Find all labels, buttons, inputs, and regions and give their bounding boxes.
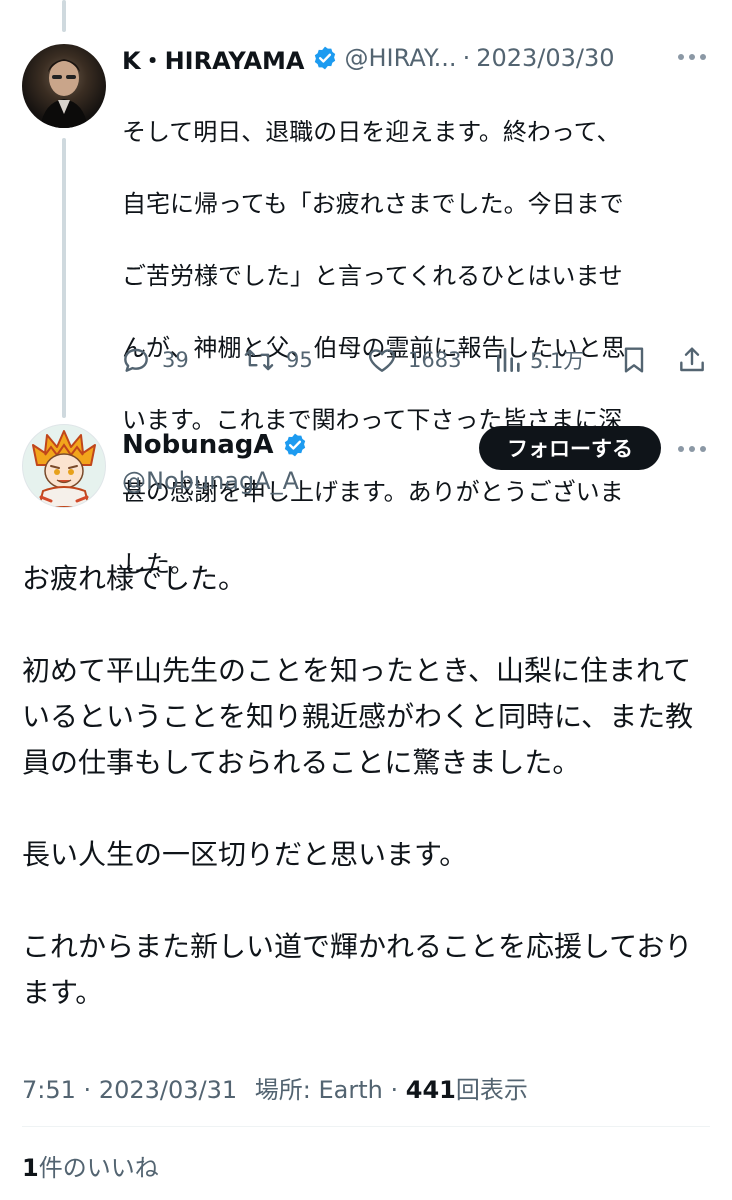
tweet-text: お疲れ様でした。 初めて平山先生のことを知ったとき、山梨に住まれているということ…	[22, 556, 712, 1016]
tweet-text-line: 自宅に帰っても「お疲れさまでした。今日まで	[122, 190, 624, 218]
avatar-photo	[40, 59, 88, 128]
author-handle[interactable]: @NobunagA_A	[122, 467, 299, 495]
views-icon	[497, 348, 520, 372]
tweet-text-line: そして明日、退職の日を迎えます。終わって、	[122, 118, 621, 146]
tweet-paragraph: 長い人生の一区切りだと思います。	[22, 838, 468, 871]
like-count: 1	[22, 1154, 39, 1182]
tweet-date[interactable]: 2023/03/30	[476, 44, 614, 72]
header-separator: ·	[462, 44, 471, 72]
retweet-icon	[244, 349, 274, 371]
retweet-button[interactable]: 95	[242, 340, 313, 380]
bookmark-button[interactable]	[618, 340, 650, 380]
likes-link[interactable]: 1件のいいね	[22, 1148, 159, 1183]
avatar[interactable]	[22, 44, 106, 128]
tweet-time[interactable]: 7:51	[22, 1076, 76, 1104]
tweet-meta: 7:51 · 2023/03/31 場所: Earth · 441回表示	[22, 1070, 528, 1105]
reply-icon	[124, 348, 148, 372]
like-count: 1683	[408, 348, 462, 372]
verified-badge-icon	[284, 433, 305, 457]
share-icon	[680, 347, 704, 372]
views-button[interactable]: 5.1万	[494, 340, 584, 380]
reply-count: 39	[162, 348, 189, 372]
divider	[22, 1126, 710, 1127]
tweet-paragraph: これからまた新しい道で輝かれることを応援しております。	[22, 930, 693, 1009]
heart-icon	[368, 349, 396, 372]
follow-button[interactable]: フォローする	[479, 426, 661, 470]
tweet-paragraph: お疲れ様でした。	[22, 562, 247, 595]
author-handle[interactable]: @HIRAY...	[344, 44, 456, 72]
more-icon[interactable]	[678, 444, 708, 454]
avatar-illustration	[32, 430, 96, 507]
tweet-location: 場所: Earth	[254, 1076, 383, 1104]
thread-connector-line	[62, 138, 66, 418]
tweet-action-bar: 39 95 1683 5.1万	[120, 340, 712, 380]
view-count: 5.1万	[530, 349, 585, 373]
verified-badge-icon	[315, 46, 336, 70]
avatar[interactable]	[22, 424, 106, 508]
tweet-text-line: ご苦労様でした」と言ってくれるひとはいませ	[122, 262, 623, 290]
more-icon[interactable]	[678, 52, 708, 62]
view-count: 441	[405, 1076, 456, 1104]
bookmark-icon	[624, 347, 644, 373]
meta-separator: ·	[390, 1076, 406, 1104]
tweet-header: NobunagA	[122, 430, 314, 460]
meta-separator: ·	[83, 1076, 99, 1104]
retweet-count: 95	[286, 348, 313, 372]
view-label: 回表示	[455, 1076, 528, 1104]
share-button[interactable]	[676, 340, 708, 380]
author-name[interactable]: K・HIRAYAMA	[122, 41, 304, 76]
thread-connector-line	[62, 0, 66, 32]
author-name[interactable]: NobunagA	[122, 430, 274, 460]
likes-label: 件のいいね	[38, 1154, 159, 1182]
like-button[interactable]: 1683	[366, 340, 461, 380]
reply-button[interactable]: 39	[120, 340, 189, 380]
tweet-date[interactable]: 2023/03/31	[99, 1076, 237, 1104]
tweet-paragraph: 初めて平山先生のことを知ったとき、山梨に住まれているということを知り親近感がわく…	[22, 654, 694, 779]
tweet-header: K・HIRAYAMA @HIRAY... · 2023/03/30	[122, 40, 722, 76]
